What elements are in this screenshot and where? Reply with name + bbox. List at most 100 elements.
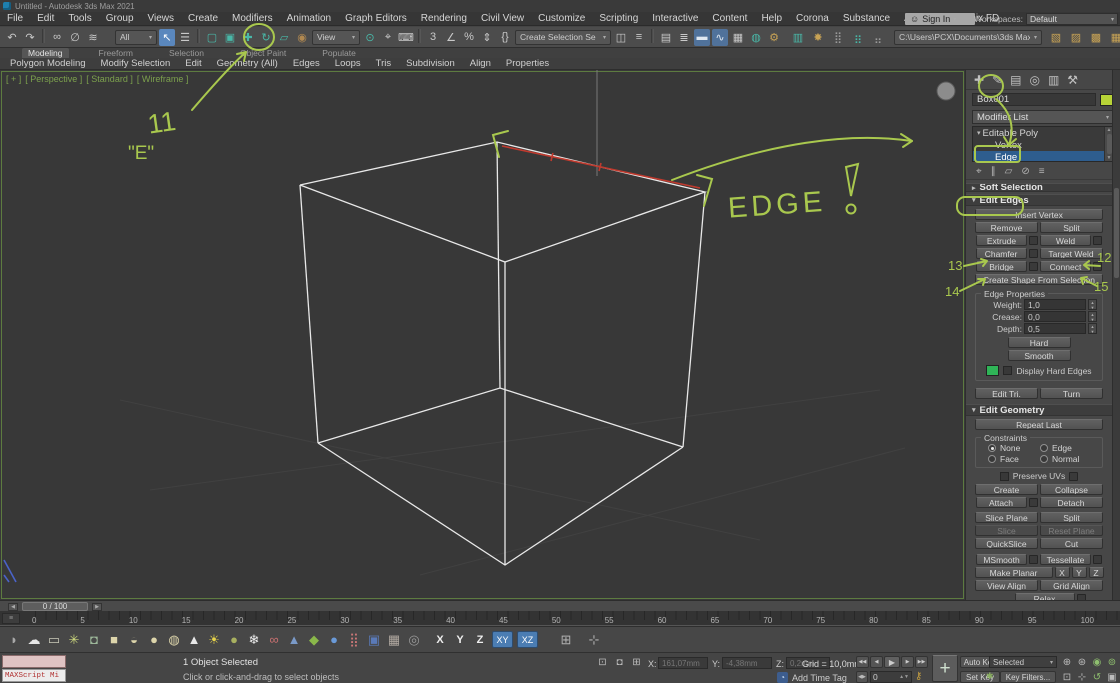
menu-item[interactable]: Edit (30, 12, 61, 26)
create-shape-button[interactable]: Create Shape From Selection (975, 274, 1103, 285)
leaf-icon[interactable]: ◆ (304, 630, 324, 650)
menu-item[interactable]: Customize (531, 12, 592, 26)
split-button[interactable]: Split (1040, 222, 1103, 233)
dot-grid-2-icon[interactable]: ⣶ (850, 29, 866, 46)
maxscript-mini-listener[interactable] (2, 655, 66, 668)
go-to-start-button[interactable]: ◀◀ (856, 656, 869, 668)
stack-editable-poly[interactable]: Editable Poly (973, 127, 1113, 139)
tab-object-paint[interactable]: Object Paint (234, 48, 292, 58)
hard-button[interactable]: Hard (1007, 337, 1071, 348)
turn-button[interactable]: Turn (1040, 388, 1103, 399)
attach-button[interactable]: Attach (975, 497, 1027, 508)
repeat-last-button[interactable]: Repeat Last (975, 419, 1103, 430)
chamfer-button[interactable]: Chamfer (975, 248, 1027, 259)
hard-edge-color-swatch[interactable] (986, 365, 1000, 376)
menu-item[interactable]: Animation (280, 12, 338, 26)
modify-tab-icon[interactable]: ✎ (992, 73, 1002, 87)
quickslice-button[interactable]: QuickSlice (975, 538, 1038, 549)
crease-field[interactable]: 0,0 (1024, 311, 1086, 322)
crease-spinner[interactable]: ▲ ▼ (1088, 311, 1097, 322)
bridge-button[interactable]: Bridge (976, 261, 1027, 272)
layer-explorer-toggle-icon[interactable]: ≣ (676, 29, 692, 46)
tab-populate[interactable]: Populate (316, 48, 362, 58)
object-name-field[interactable]: Box001 (972, 93, 1096, 106)
msmooth-settings-button[interactable] (1029, 555, 1038, 564)
spinner-snap-icon[interactable]: ⇕ (479, 29, 495, 46)
previous-frame-button[interactable]: ◀ (870, 656, 883, 668)
curve-editor-icon[interactable]: ∿ (712, 28, 728, 46)
collapse-button[interactable]: Collapse (1040, 484, 1103, 495)
pin-stack-icon[interactable]: ⌖ (976, 166, 982, 177)
menu-item[interactable]: Graph Editors (338, 12, 414, 26)
box-icon[interactable]: ■ (104, 630, 124, 650)
menu-item[interactable]: Interactive (645, 12, 705, 26)
preserve-uvs-settings-button[interactable] (1069, 471, 1079, 481)
modifier-list-dropdown[interactable]: Modifier List ▾ (972, 110, 1114, 124)
plane-xz-button[interactable]: XZ (517, 631, 538, 648)
select-and-scale-icon[interactable]: ▱ (276, 29, 292, 46)
mirror-icon[interactable]: ◫ (613, 29, 629, 46)
ribbon-subtab[interactable]: Loops (335, 58, 361, 69)
render-iterative-icon[interactable]: ▨ (1068, 29, 1084, 46)
select-and-link-icon[interactable]: ∞ (49, 29, 65, 46)
set-key-mode-icon[interactable]: ⚷ (915, 671, 922, 682)
bridge-settings-button[interactable] (1029, 262, 1038, 271)
select-by-name-icon[interactable]: ☰ (177, 29, 193, 46)
viewport-general-menu[interactable]: [ + ] (6, 74, 21, 84)
menu-item[interactable]: Substance (836, 12, 897, 26)
slice-plane-button[interactable]: Slice Plane (975, 512, 1038, 523)
lock-selection-icon[interactable]: ◘ (613, 656, 626, 669)
trackbar-options-icon[interactable]: ≡ (2, 613, 20, 624)
chamfer-settings-button[interactable] (1028, 249, 1038, 258)
viewport-pov-menu[interactable]: [ Perspective ] (25, 74, 82, 84)
crosshair-icon[interactable]: ⊹ (584, 630, 604, 650)
select-object-icon[interactable]: ↖ (159, 28, 175, 46)
remove-button[interactable]: Remove (975, 222, 1038, 233)
select-and-rotate-icon[interactable]: ↻ (258, 29, 274, 46)
menu-item[interactable]: Tools (61, 12, 98, 26)
connect-button[interactable]: Connect (1040, 261, 1091, 272)
percent-snap-icon[interactable]: % (461, 29, 477, 46)
grid-snap-icon[interactable]: ⊞ (556, 630, 576, 650)
gourd-icon[interactable]: ◍ (164, 630, 184, 650)
menu-item[interactable]: Content (705, 12, 754, 26)
snaps-toggle-3d-icon[interactable]: 3 (425, 29, 441, 46)
selected-edge[interactable] (501, 145, 701, 189)
y-coord-field[interactable]: -4,38mm (722, 657, 772, 669)
weld-settings-button[interactable] (1093, 236, 1102, 245)
mountain-icon[interactable]: ▲ (284, 630, 304, 650)
x-coord-field[interactable]: 161,07mm (658, 657, 708, 669)
time-slider-prev-arrow[interactable]: ◀ (8, 603, 18, 611)
zoom-extents-icon[interactable]: ◉ (1090, 655, 1104, 669)
rendered-frame-window-icon[interactable]: ▦ (1108, 29, 1120, 46)
slice-button[interactable]: Slice (975, 525, 1038, 536)
workspace-dropdown[interactable]: Default ▾ (1026, 13, 1118, 25)
menu-item[interactable]: Group (99, 12, 141, 26)
dome-icon[interactable]: ◒ (124, 630, 144, 650)
axis-z-button[interactable]: Z (470, 631, 490, 648)
time-slider-next-arrow[interactable]: ▶ (92, 603, 102, 611)
make-planar-button[interactable]: Make Planar (974, 567, 1053, 578)
grid-align-button[interactable]: Grid Align (1040, 580, 1103, 591)
plane-xy-button[interactable]: XY (492, 631, 513, 648)
cloud-icon[interactable]: ☁ (24, 630, 44, 650)
menu-item[interactable]: File (0, 12, 30, 26)
ribbon-subtab[interactable]: Align (470, 58, 491, 69)
display-hard-edges-checkbox[interactable] (1003, 366, 1013, 375)
edit-tri-button[interactable]: Edit Tri. (975, 388, 1038, 399)
named-selection-set-dropdown[interactable]: Create Selection Se ▾ (515, 29, 611, 45)
zoom-icon[interactable]: ⊕ (1060, 655, 1074, 669)
connect-settings-button[interactable] (1093, 262, 1102, 271)
attach-settings-button[interactable] (1028, 498, 1038, 507)
key-filters-icon[interactable]: ✱ (986, 671, 994, 682)
view-align-button[interactable]: View Align (975, 580, 1038, 591)
menu-item[interactable]: Views (141, 12, 182, 26)
light-icon[interactable]: ✳ (64, 630, 84, 650)
pan-icon[interactable]: ⊹ (1075, 670, 1089, 683)
make-planar-y-button[interactable]: Y (1071, 567, 1087, 578)
axis-x-button[interactable]: X (430, 631, 450, 648)
ribbon-subtab[interactable]: Subdivision (406, 58, 455, 69)
menu-item[interactable]: Help (754, 12, 789, 26)
project-folder-dropdown[interactable]: C:\Users\PCX\Documents\3ds Max 2021 ▾ (894, 29, 1042, 45)
rect-selection-region-icon[interactable]: ▢ (204, 29, 220, 46)
